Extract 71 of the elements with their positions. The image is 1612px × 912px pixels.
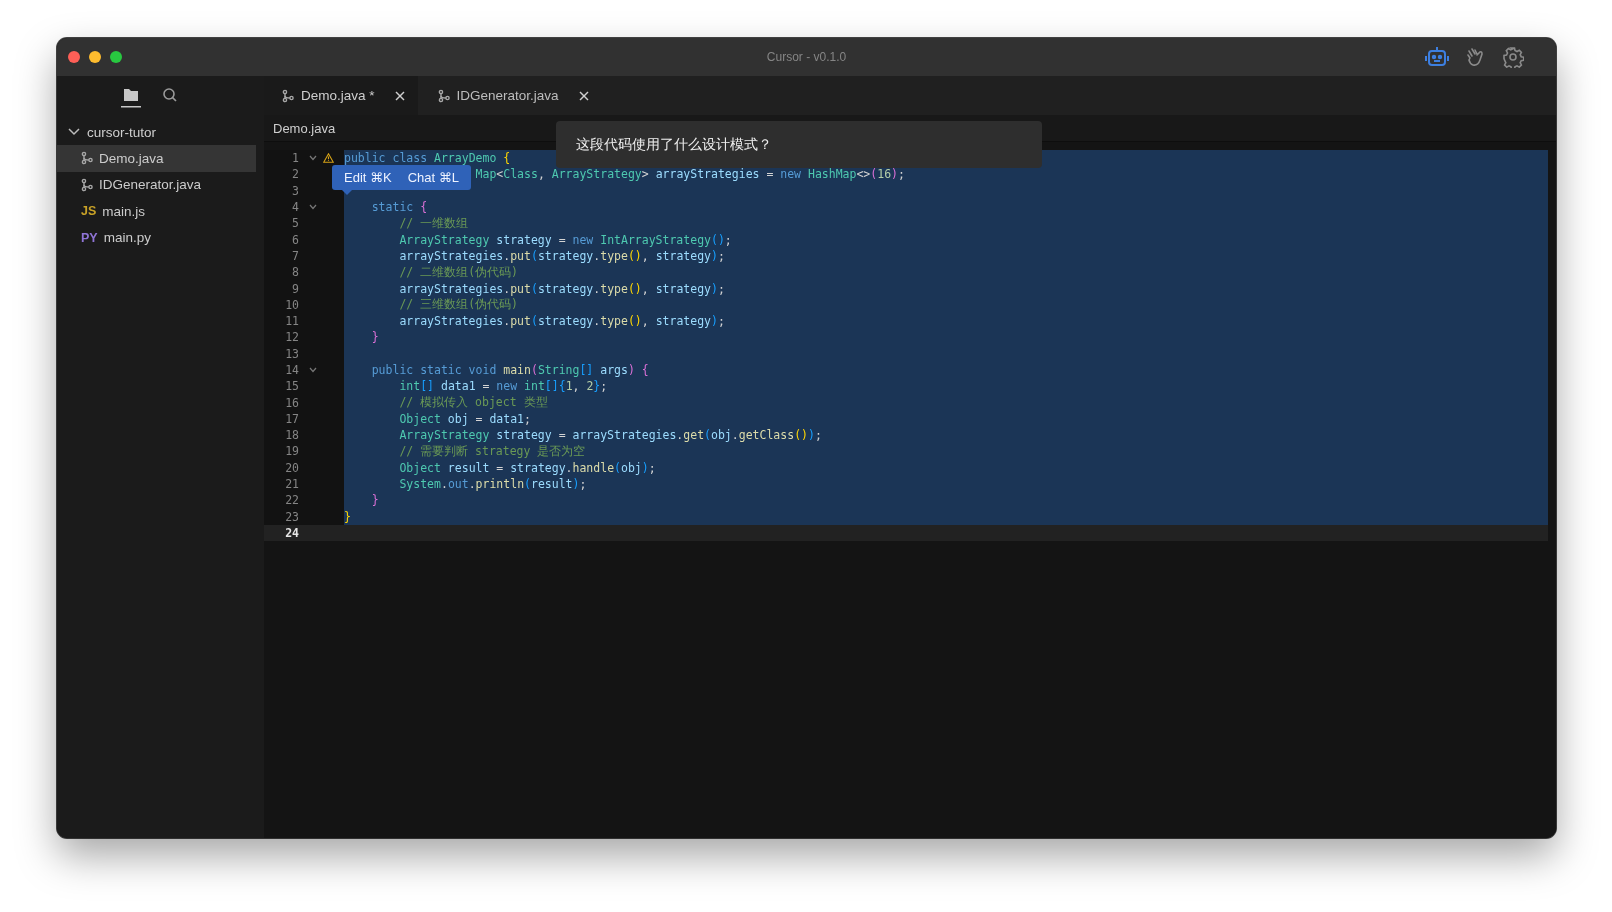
- settings-icon[interactable]: [1502, 46, 1524, 68]
- code-line: // 模拟传入 object 类型: [398, 395, 548, 411]
- line-number: 17: [284, 411, 299, 426]
- code-line: System.out.println(result);: [398, 477, 587, 492]
- code-line: static {: [370, 200, 428, 215]
- code-line: public static void main(String[] args) {: [370, 363, 649, 377]
- file-item[interactable]: Demo.java: [57, 145, 256, 172]
- chat-prompt: 这段代码使用了什么设计模式？: [576, 135, 772, 154]
- line-number: 22: [284, 493, 299, 508]
- close-icon[interactable]: [577, 89, 590, 102]
- robot-icon[interactable]: [1424, 46, 1450, 68]
- line-number: 21: [284, 477, 299, 492]
- line-number: 14: [284, 363, 299, 377]
- code-line: ArrayStrategy strategy = new IntArrayStrategy();: [398, 232, 732, 247]
- branch-icon: [81, 177, 93, 192]
- minimize-button[interactable]: [89, 51, 101, 63]
- code-line: }: [370, 493, 379, 508]
- line-number: 10: [284, 297, 299, 312]
- line-number: 15: [284, 379, 299, 394]
- branch-icon: [282, 88, 294, 103]
- line-number: 12: [284, 330, 299, 345]
- breadcrumb[interactable]: Demo.java: [273, 120, 336, 136]
- window-title: Cursor - v0.1.0: [766, 50, 847, 64]
- code-line: Object obj = data1;: [398, 411, 531, 426]
- line-number: 18: [284, 428, 299, 443]
- close-icon[interactable]: [393, 89, 406, 102]
- fold-icon[interactable]: [309, 367, 317, 373]
- line-number: 7: [291, 248, 299, 263]
- file-item[interactable]: JS main.js: [57, 198, 256, 225]
- line-number: 3: [291, 183, 299, 198]
- code-line: Map<Class, ArrayStrategy> arrayStrategies = new HashMap<>(16);: [475, 167, 905, 182]
- line-number: 16: [284, 395, 299, 410]
- line-number: 8: [291, 265, 299, 280]
- editor-tab[interactable]: Demo.java *: [264, 76, 418, 115]
- code-line: // 需要判断 strategy 是否为空: [398, 444, 586, 459]
- fold-icon[interactable]: [309, 204, 317, 211]
- folder-row[interactable]: cursor-tutor: [57, 119, 264, 145]
- code-line: ArrayStrategy strategy = arrayStrategies.get(obj.getClass());: [398, 428, 822, 443]
- line-number: 2: [291, 167, 299, 182]
- line-number: 6: [291, 232, 299, 247]
- line-number: 24: [284, 525, 299, 540]
- zoom-button[interactable]: [110, 51, 122, 63]
- chat-prompt-box[interactable]: 这段代码使用了什么设计模式？: [556, 121, 1042, 168]
- code-line: // 一维数组: [398, 215, 469, 231]
- line-number: 4: [291, 200, 299, 215]
- code-line: }: [344, 509, 351, 524]
- inline-action[interactable]: Chat ⌘L: [399, 167, 467, 188]
- code-line: public class ArrayDemo {: [344, 151, 511, 166]
- branch-icon: [81, 151, 93, 166]
- line-number: 23: [284, 509, 299, 524]
- code-line: // 二维数组(伪代码): [398, 264, 518, 280]
- code-line: arrayStrategies.put(strategy.type(), strategy);: [398, 314, 725, 329]
- code-line: }: [370, 330, 379, 345]
- line-number: 9: [291, 281, 299, 296]
- code-line: // 三维数组(伪代码): [398, 297, 518, 313]
- line-number: 13: [284, 346, 299, 361]
- code-line: int[] data1 = new int[]{1, 2};: [398, 379, 608, 394]
- close-button[interactable]: [68, 51, 80, 63]
- file-item[interactable]: IDGenerator.java: [57, 171, 256, 198]
- line-number: 5: [291, 216, 299, 231]
- branch-icon: [437, 88, 450, 103]
- fold-icon[interactable]: [309, 155, 317, 162]
- line-number: 1: [291, 151, 299, 166]
- line-number: 20: [284, 460, 299, 475]
- line-number: 19: [284, 444, 299, 459]
- inline-action[interactable]: Edit ⌘K: [336, 167, 400, 188]
- code-line: Object result = strategy.handle(obj);: [398, 460, 656, 475]
- line-number: 11: [284, 314, 299, 329]
- code-line: arrayStrategies.put(strategy.type(), strategy);: [398, 248, 725, 263]
- code-line: arrayStrategies.put(strategy.type(), strategy);: [398, 281, 725, 296]
- file-item[interactable]: PY main.py: [57, 224, 256, 251]
